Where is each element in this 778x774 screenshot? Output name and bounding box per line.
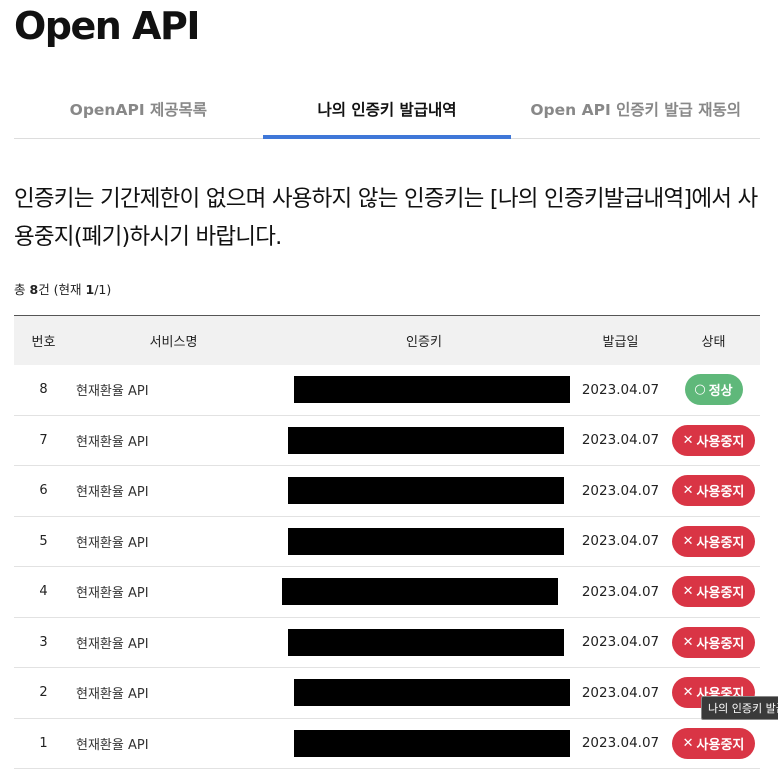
cell-key <box>274 566 574 618</box>
tooltip: 나의 인증키 발급 <box>701 696 778 720</box>
cell-no: 4 <box>14 566 73 618</box>
cell-service: 현재환율 API <box>73 465 274 517</box>
tab-openapi-list[interactable]: OpenAPI 제공목록 <box>14 86 263 138</box>
redacted-key <box>294 679 570 707</box>
status-badge-normal[interactable]: ○ 정상 <box>684 374 743 406</box>
status-badge-stopped[interactable]: ✕ 사용중지 <box>672 576 755 608</box>
redacted-key <box>288 477 564 505</box>
cell-date: 2023.04.07 <box>574 516 667 567</box>
tab-key-reconsent[interactable]: Open API 인증키 발급 재동의 <box>511 86 760 138</box>
cell-key <box>274 667 574 719</box>
status-badge-stopped[interactable]: ✕ 사용중지 <box>672 525 755 557</box>
count-current: 1 <box>85 282 95 297</box>
status-badge-stopped[interactable]: ✕ 사용중지 <box>672 626 755 658</box>
header-status: 상태 <box>667 315 760 365</box>
status-label: 사용중지 <box>696 636 745 652</box>
table-row: 2 현재환율 API 2023.04.07 ✕ 사용중지 <box>14 667 760 719</box>
count-prefix: 총 <box>14 282 30 297</box>
table-row: 8 현재환율 API 2023.04.07 ○ 정상 <box>14 365 760 416</box>
close-icon: ✕ <box>682 483 694 499</box>
close-icon: ✕ <box>682 584 694 600</box>
cell-date: 2023.04.07 <box>574 415 667 466</box>
cell-status: ✕ 사용중지 <box>667 617 760 668</box>
cell-no: 3 <box>14 617 73 668</box>
cell-key <box>274 365 574 416</box>
table-row: 5 현재환율 API 2023.04.07 ✕ 사용중지 <box>14 516 760 567</box>
cell-date: 2023.04.07 <box>574 667 667 719</box>
page-title: Open API <box>14 4 200 48</box>
cell-service: 현재환율 API <box>73 566 274 618</box>
cell-status: ✕ 사용중지 <box>667 566 760 618</box>
cell-status: ✕ 사용중지 <box>667 415 760 466</box>
redacted-key <box>282 578 558 606</box>
status-label: 정상 <box>708 384 733 400</box>
close-icon: ✕ <box>682 533 694 549</box>
redacted-key <box>294 729 570 757</box>
redacted-key <box>288 527 564 555</box>
cell-no: 2 <box>14 667 73 719</box>
notice-text: 인증키는 기간제한이 없으며 사용하지 않는 인증키는 [나의 인증키발급내역]… <box>14 186 758 250</box>
status-badge-stopped[interactable]: ✕ 사용중지 <box>672 424 755 456</box>
close-icon: ✕ <box>682 685 694 701</box>
cell-key <box>274 617 574 668</box>
cell-key <box>274 415 574 466</box>
cell-no: 1 <box>14 718 73 769</box>
cell-status: ○ 정상 <box>667 365 760 416</box>
table-header-row: 번호 서비스명 인증키 발급일 상태 <box>14 315 760 365</box>
status-label: 사용중지 <box>696 434 745 450</box>
cell-service: 현재환율 API <box>73 667 274 719</box>
cell-status: ✕ 사용중지 <box>667 718 760 769</box>
status-badge-stopped[interactable]: ✕ 사용중지 <box>672 727 755 759</box>
redacted-key <box>288 426 564 454</box>
table-row: 6 현재환율 API 2023.04.07 ✕ 사용중지 <box>14 465 760 517</box>
cell-service: 현재환율 API <box>73 415 274 466</box>
cell-no: 7 <box>14 415 73 466</box>
header-service: 서비스명 <box>73 315 274 365</box>
redacted-key <box>294 376 570 404</box>
close-icon: ✕ <box>682 735 694 751</box>
cell-key <box>274 516 574 567</box>
cell-key <box>274 465 574 517</box>
count-middle: 건 (현재 <box>38 282 86 297</box>
close-icon: ✕ <box>682 634 694 650</box>
tab-my-key-history[interactable]: 나의 인증키 발급내역 <box>262 86 512 139</box>
header-date: 발급일 <box>574 315 667 365</box>
circle-icon: ○ <box>694 382 706 398</box>
cell-status: ✕ 사용중지 <box>667 465 760 517</box>
cell-service: 현재환율 API <box>73 718 274 769</box>
cell-no: 6 <box>14 465 73 517</box>
cell-date: 2023.04.07 <box>574 718 667 769</box>
status-label: 사용중지 <box>696 485 745 501</box>
cell-no: 5 <box>14 516 73 567</box>
close-icon: ✕ <box>682 432 694 448</box>
table-row: 7 현재환율 API 2023.04.07 ✕ 사용중지 <box>14 415 760 466</box>
redacted-key <box>288 628 564 656</box>
header-key: 인증키 <box>274 315 574 365</box>
key-table: 번호 서비스명 인증키 발급일 상태 8 현재환율 API 2023.04.07 ○ 정… <box>14 315 760 769</box>
result-count: 총 8건 (현재 1/1) <box>14 279 111 298</box>
cell-service: 현재환율 API <box>73 617 274 668</box>
count-suffix: /1) <box>94 282 112 297</box>
count-total: 8 <box>29 282 39 297</box>
cell-key <box>274 718 574 769</box>
status-label: 사용중지 <box>696 586 745 602</box>
cell-date: 2023.04.07 <box>574 566 667 618</box>
cell-no: 8 <box>14 365 73 416</box>
table-row: 1 현재환율 API 2023.04.07 ✕ 사용중지 <box>14 718 760 769</box>
cell-status: ✕ 사용중지 <box>667 516 760 567</box>
status-label: 사용중지 <box>696 737 745 753</box>
table-row: 3 현재환율 API 2023.04.07 ✕ 사용중지 <box>14 617 760 668</box>
table-row: 4 현재환율 API 2023.04.07 ✕ 사용중지 <box>14 566 760 618</box>
tab-bar: OpenAPI 제공목록 나의 인증키 발급내역 Open API 인증키 발급… <box>14 86 760 139</box>
cell-service: 현재환율 API <box>73 516 274 567</box>
status-badge-stopped[interactable]: ✕ 사용중지 <box>672 475 755 507</box>
cell-date: 2023.04.07 <box>574 465 667 517</box>
cell-service: 현재환율 API <box>73 365 274 416</box>
header-no: 번호 <box>14 315 73 365</box>
cell-date: 2023.04.07 <box>574 617 667 668</box>
cell-date: 2023.04.07 <box>574 365 667 416</box>
status-label: 사용중지 <box>696 535 745 551</box>
